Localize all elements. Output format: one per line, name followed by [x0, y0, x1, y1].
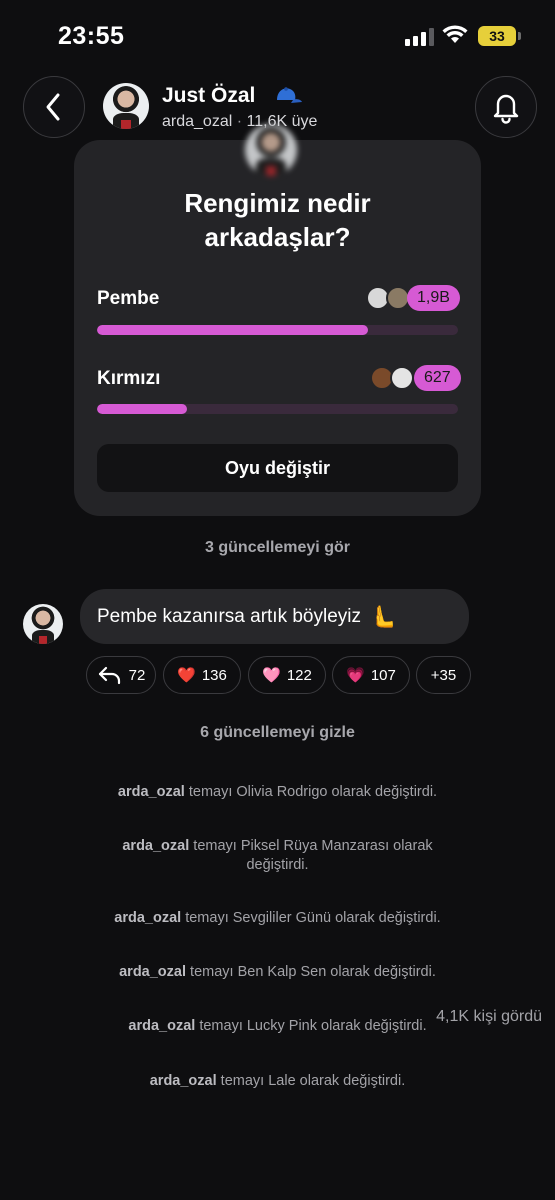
status-time: 23:55: [58, 22, 125, 50]
poll-option-bar-fill: [97, 404, 188, 414]
red-heart-icon: ❤️: [177, 667, 196, 684]
poll-author-avatar: [245, 124, 297, 176]
update-user: arda_ozal: [128, 1018, 196, 1034]
hide-updates-link[interactable]: 6 güncellemeyi gizle: [0, 724, 555, 742]
change-vote-button[interactable]: Oyu değiştir: [97, 444, 458, 492]
theme-update: arda_ozal temayı Lale olarak değiştirdi.: [60, 1072, 495, 1091]
poll-option-bar-fill: [97, 325, 368, 335]
channel-username: arda_ozal: [162, 113, 233, 130]
more-reactions-button[interactable]: +35: [416, 656, 471, 694]
separator-dot: ·: [236, 113, 247, 130]
back-button[interactable]: [23, 76, 85, 138]
status-bar: 23:55 33: [0, 0, 555, 70]
poll-option-label[interactable]: Kırmızı: [97, 368, 160, 390]
channel-avatar[interactable]: [103, 83, 149, 129]
bell-icon: [493, 94, 519, 124]
update-user: arda_ozal: [114, 910, 182, 926]
sender-avatar[interactable]: [23, 604, 63, 644]
channel-name[interactable]: Just Özal: [162, 84, 255, 108]
poll-question-line1: Rengimiz nedir: [184, 188, 371, 218]
update-user: arda_ozal: [122, 838, 190, 854]
reaction-count: 122: [286, 666, 312, 684]
theme-update: arda_ozal temayı Lucky Pink olarak değiş…: [60, 1017, 495, 1036]
poll-option-bar[interactable]: [97, 404, 458, 414]
battery-cap: [518, 32, 521, 40]
reaction-count: 136: [201, 666, 227, 684]
theme-update: arda_ozal temayı Ben Kalp Sen olarak değ…: [60, 963, 495, 982]
poll-card: Rengimiz nedir arkadaşlar? Pembe 1,9B Kı…: [74, 140, 481, 516]
reply-count-button[interactable]: 72: [86, 656, 156, 694]
wifi-icon: [442, 25, 468, 43]
update-user: arda_ozal: [119, 964, 187, 980]
reply-count: 72: [128, 666, 146, 684]
notifications-button[interactable]: [475, 76, 537, 138]
theme-update: arda_ozal temayı Piksel Rüya Manzarası o…: [95, 837, 460, 875]
message-bubble[interactable]: Pembe kazanırsa artık böyleyiz 🫷: [80, 589, 469, 644]
update-text: temayı Sevgililer Günü olarak değiştirdi…: [185, 910, 441, 926]
reply-icon: [98, 666, 120, 685]
update-text: temayı Lale olarak değiştirdi.: [220, 1073, 406, 1089]
update-text: temayı Olivia Rodrigo olarak değiştirdi.: [188, 784, 438, 800]
vote-count[interactable]: 1,9B: [407, 285, 460, 311]
more-reactions-count: +35: [430, 666, 457, 684]
seen-by-count[interactable]: 4,1K kişi gördü: [436, 1008, 542, 1026]
theme-update: arda_ozal temayı Sevgililer Günü olarak …: [60, 909, 495, 928]
update-text: temayı Lucky Pink olarak değiştirdi.: [199, 1018, 427, 1034]
vote-count[interactable]: 627: [414, 365, 461, 391]
cellular-signal-icon: [405, 28, 434, 46]
chevron-left-icon: [46, 93, 60, 121]
update-text: temayı Piksel Rüya Manzarası olarak deği…: [193, 838, 433, 873]
theme-update: arda_ozal temayı Olivia Rodrigo olarak d…: [60, 783, 495, 802]
reaction-button[interactable]: ❤️ 136: [163, 656, 241, 694]
poll-option-bar[interactable]: [97, 325, 458, 335]
pink-heart-icon: 🩷: [262, 667, 281, 684]
poll-question: Rengimiz nedir arkadaşlar?: [74, 186, 481, 254]
sparkling-heart-icon: 💗: [346, 667, 365, 684]
poll-question-line2: arkadaşlar?: [204, 222, 351, 252]
update-user: arda_ozal: [149, 1073, 217, 1089]
voter-avatar: [390, 366, 414, 390]
see-updates-link[interactable]: 3 güncellemeyi gör: [0, 539, 555, 557]
poll-option-label[interactable]: Pembe: [97, 288, 159, 310]
update-text: temayı Ben Kalp Sen olarak değiştirdi.: [190, 964, 436, 980]
reaction-button[interactable]: 💗 107: [332, 656, 410, 694]
reaction-count: 107: [370, 666, 396, 684]
update-user: arda_ozal: [117, 784, 185, 800]
channel-subtitle: arda_ozal · 11,6K üye: [162, 113, 317, 131]
message-text: Pembe kazanırsa artık böyleyiz: [97, 605, 362, 627]
reaction-button[interactable]: 🩷 122: [248, 656, 326, 694]
battery-icon: 33: [478, 26, 516, 46]
hand-emoji: 🫷: [369, 603, 397, 629]
blue-cap-icon: [277, 87, 302, 103]
